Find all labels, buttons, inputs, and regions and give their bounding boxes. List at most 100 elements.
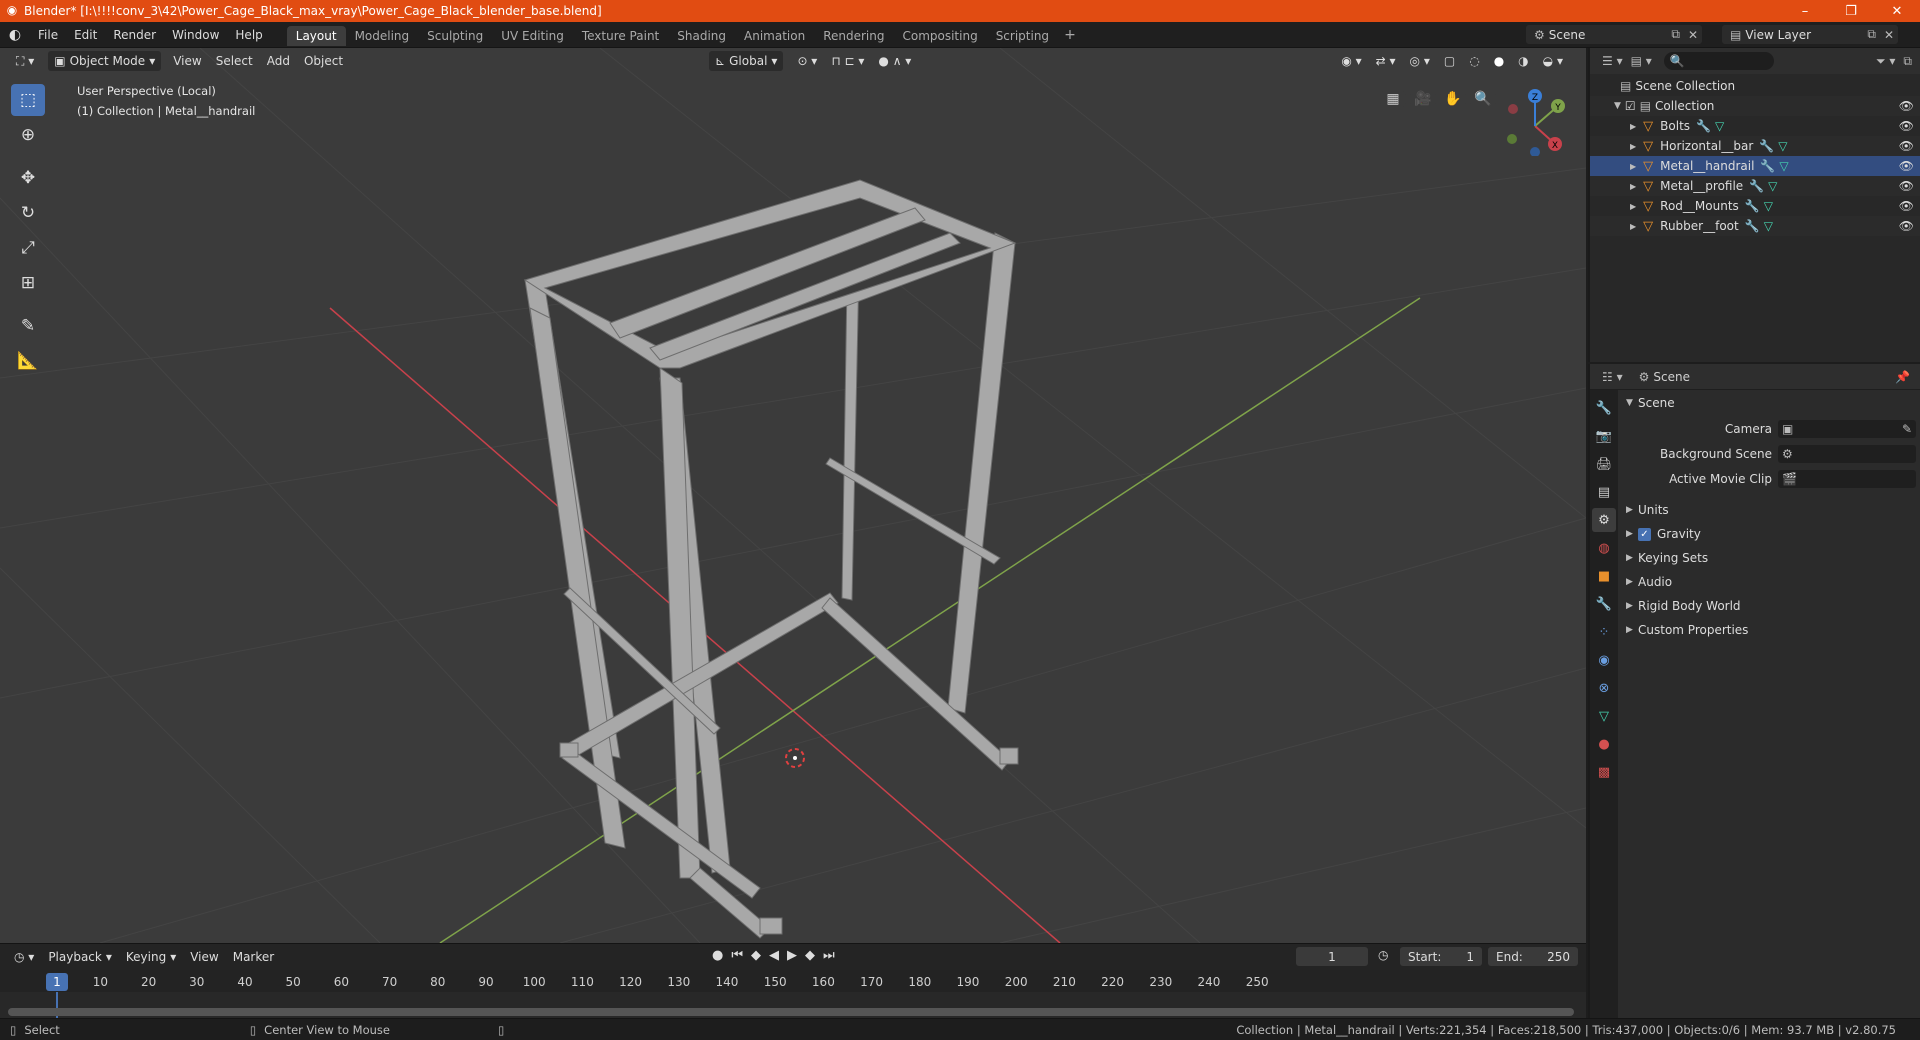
eye-icon[interactable]: 👁 <box>1899 199 1914 213</box>
texture-tab-icon[interactable]: ▩ <box>1592 760 1616 784</box>
mesh-data-icon[interactable]: ▽ <box>1764 219 1773 233</box>
new-collection-icon[interactable]: ⧉ <box>1899 54 1916 69</box>
jump-end-icon[interactable]: ⏭ <box>823 948 835 963</box>
viewport-menu-add[interactable]: Add <box>261 51 296 71</box>
display-mode-icon[interactable]: ▤ ▾ <box>1627 54 1656 68</box>
menu-window[interactable]: Window <box>164 22 227 48</box>
constraints-tab-icon[interactable]: ⊗ <box>1592 676 1616 700</box>
viewport-menu-view[interactable]: View <box>167 51 207 71</box>
expand-arrow-icon[interactable]: ▶ <box>1630 222 1636 231</box>
tab-uv-editing[interactable]: UV Editing <box>492 26 573 46</box>
outliner-object-row[interactable]: ▶ ▽ Rubber__foot 🔧 ▽ 👁 <box>1590 216 1920 236</box>
expand-arrow-icon[interactable]: ▶ <box>1630 122 1636 131</box>
outliner-object-row[interactable]: ▶ ▽ Metal__profile 🔧 ▽ 👁 <box>1590 176 1920 196</box>
world-tab-icon[interactable]: ◍ <box>1592 536 1616 560</box>
timeline-editor-type-icon[interactable]: ◷ ▾ <box>8 947 40 967</box>
tab-animation[interactable]: Animation <box>735 26 814 46</box>
eyedropper-icon[interactable]: ✎ <box>1902 422 1912 436</box>
modifier-icon[interactable]: 🔧 <box>1760 159 1775 173</box>
proportional-edit-icon[interactable]: ● ∧ ▾ <box>872 51 917 71</box>
output-tab-icon[interactable]: 🖨 <box>1592 452 1616 476</box>
timeline-scrollbar[interactable] <box>8 1008 1574 1016</box>
blender-logo-icon[interactable]: ◐ <box>0 27 30 43</box>
scene-panel-header[interactable]: ▼ Scene <box>1618 392 1920 414</box>
particles-tab-icon[interactable]: ⁘ <box>1592 620 1616 644</box>
rotate-tool-icon[interactable]: ↻ <box>11 197 45 229</box>
timeline-menu-view[interactable]: View <box>184 947 224 967</box>
camera-view-icon[interactable]: 🎥 <box>1410 86 1436 112</box>
collection-row[interactable]: ▼ ☑ ▤ Collection 👁 <box>1590 96 1920 116</box>
select-box-tool-icon[interactable]: ⬚ <box>11 84 45 116</box>
transform-orientation-dropdown[interactable]: ⊾ Global ▾ <box>709 51 784 71</box>
pin-icon[interactable]: 📌 <box>1891 370 1914 384</box>
eye-icon[interactable]: 👁 <box>1899 139 1914 153</box>
move-tool-icon[interactable]: ✥ <box>11 162 45 194</box>
outliner-object-row[interactable]: ▶ ▽ Bolts 🔧 ▽ 👁 <box>1590 116 1920 136</box>
expand-arrow-icon[interactable]: ▶ <box>1630 142 1636 151</box>
eye-icon[interactable]: 👁 <box>1899 159 1914 173</box>
eye-icon[interactable]: 👁 <box>1899 179 1914 193</box>
transform-tool-icon[interactable]: ⊞ <box>11 267 45 299</box>
object-tab-icon[interactable]: ■ <box>1592 564 1616 588</box>
data-tab-icon[interactable]: ▽ <box>1592 704 1616 728</box>
mesh-data-icon[interactable]: ▽ <box>1778 139 1787 153</box>
render-tab-icon[interactable]: 📷 <box>1592 424 1616 448</box>
prev-keyframe-icon[interactable]: ◆ <box>751 948 761 963</box>
shading-material-icon[interactable]: ◑ <box>1512 51 1534 71</box>
view-layer-selector[interactable]: ▤ View Layer ⧉ ✕ <box>1722 25 1898 44</box>
visibility-icon[interactable]: ◉ ▾ <box>1335 51 1367 71</box>
viewport-menu-select[interactable]: Select <box>210 51 259 71</box>
view-layer-tab-icon[interactable]: ▤ <box>1592 480 1616 504</box>
audio-panel[interactable]: ▶ Audio <box>1618 570 1920 594</box>
new-view-layer-icon[interactable]: ⧉ <box>1863 27 1880 42</box>
next-keyframe-icon[interactable]: ◆ <box>805 948 815 963</box>
expand-arrow-icon[interactable]: ▶ <box>1630 162 1636 171</box>
expand-arrow-icon[interactable]: ▼ <box>1614 101 1621 111</box>
viewport-menu-object[interactable]: Object <box>298 51 349 71</box>
tab-layout[interactable]: Layout <box>286 25 346 46</box>
outliner-object-row[interactable]: ▶ ▽ Rod__Mounts 🔧 ▽ 👁 <box>1590 196 1920 216</box>
rigid-body-world-panel[interactable]: ▶ Rigid Body World <box>1618 594 1920 618</box>
shading-rendered-icon[interactable]: ◒ ▾ <box>1537 51 1569 71</box>
modifier-icon[interactable]: 🔧 <box>1745 199 1760 213</box>
pivot-icon[interactable]: ⊙ ▾ <box>791 51 823 71</box>
editor-type-icon[interactable]: ⛶ ▾ <box>10 51 40 71</box>
tab-sculpting[interactable]: Sculpting <box>418 26 492 46</box>
custom-properties-panel[interactable]: ▶ Custom Properties <box>1618 618 1920 642</box>
pan-view-icon[interactable]: ✋ <box>1440 86 1466 112</box>
tool-tab-icon[interactable]: 🔧 <box>1592 396 1616 420</box>
mesh-data-icon[interactable]: ▽ <box>1764 199 1773 213</box>
scene-tab-icon[interactable]: ⚙ <box>1592 508 1616 532</box>
tab-rendering[interactable]: Rendering <box>814 26 893 46</box>
scene-selector[interactable]: ⚙ Scene ⧉ ✕ <box>1526 25 1702 44</box>
clock-icon[interactable]: ◷ <box>1378 948 1388 962</box>
active-movie-clip-field[interactable]: 🎬 <box>1778 470 1916 488</box>
snap-icon[interactable]: ⊓ ⊏ ▾ <box>825 51 870 71</box>
object-mode-dropdown[interactable]: ▣ Object Mode ▾ <box>48 51 162 71</box>
remove-scene-icon[interactable]: ✕ <box>1684 28 1702 42</box>
mesh-data-icon[interactable]: ▽ <box>1779 159 1788 173</box>
timeline-menu-keying[interactable]: Keying ▾ <box>120 947 182 967</box>
modifier-icon[interactable]: 🔧 <box>1759 139 1774 153</box>
overlay-toggle-icon[interactable]: ◎ ▾ <box>1404 51 1436 71</box>
gravity-checkbox[interactable]: ✓ <box>1638 527 1651 541</box>
eye-icon[interactable]: 👁 <box>1899 99 1914 113</box>
outliner-object-row[interactable]: ▶ ▽ Horizontal__bar 🔧 ▽ 👁 <box>1590 136 1920 156</box>
outliner-editor-type-icon[interactable]: ☰ ▾ <box>1598 54 1627 68</box>
end-frame-field[interactable]: End: 250 <box>1488 947 1578 966</box>
measure-tool-icon[interactable]: 📐 <box>11 345 45 377</box>
tab-compositing[interactable]: Compositing <box>893 26 986 46</box>
eye-icon[interactable]: 👁 <box>1899 119 1914 133</box>
tab-shading[interactable]: Shading <box>668 26 735 46</box>
minimize-button[interactable]: – <box>1782 0 1828 22</box>
scale-tool-icon[interactable]: ⤢ <box>11 232 45 264</box>
current-frame-indicator[interactable]: 1 <box>46 973 68 991</box>
physics-tab-icon[interactable]: ◉ <box>1592 648 1616 672</box>
current-frame-field[interactable]: 1 <box>1296 947 1368 966</box>
modifier-icon[interactable]: 🔧 <box>1745 219 1760 233</box>
modifier-icon[interactable]: 🔧 <box>1696 119 1711 133</box>
scene-collection-row[interactable]: ▤ Scene Collection <box>1590 76 1920 96</box>
menu-render[interactable]: Render <box>105 22 164 48</box>
mesh-data-icon[interactable]: ▽ <box>1768 179 1777 193</box>
timeline-menu-playback[interactable]: Playback ▾ <box>42 947 118 967</box>
